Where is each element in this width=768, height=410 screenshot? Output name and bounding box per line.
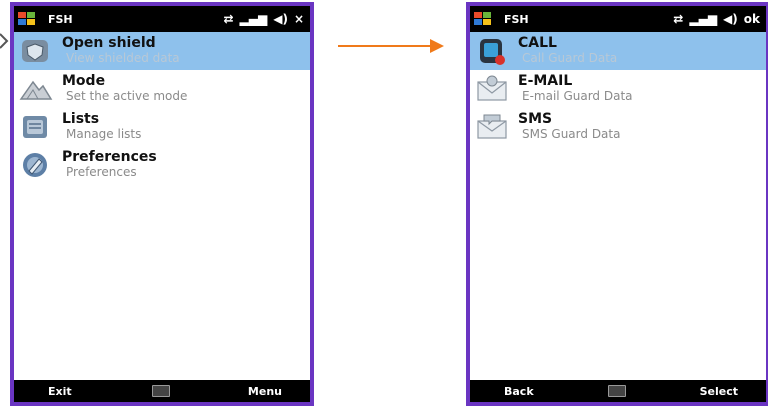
close-icon[interactable]: × — [294, 12, 304, 26]
list-item-mode[interactable]: Mode Set the active mode — [14, 70, 310, 108]
list-item-sms[interactable]: SMS SMS Guard Data — [470, 108, 766, 146]
list-item-lists[interactable]: Lists Manage lists — [14, 108, 310, 146]
connectivity-icon: ⇄ — [673, 12, 684, 26]
softkey-bar: Back Select — [470, 380, 766, 402]
item-title: Preferences — [62, 149, 157, 165]
item-subtitle: Preferences — [66, 165, 137, 179]
item-title: Lists — [62, 111, 100, 127]
keyboard-icon[interactable] — [608, 385, 626, 397]
windows-start-icon[interactable] — [474, 12, 494, 26]
envelope-icon — [477, 75, 507, 101]
item-subtitle: Call Guard Data — [522, 51, 618, 65]
item-subtitle: SMS Guard Data — [522, 127, 621, 141]
keyboard-icon[interactable] — [152, 385, 170, 397]
item-subtitle: Set the active mode — [66, 89, 188, 103]
list-item-open-shield[interactable]: Open shield View shielded data — [14, 32, 310, 70]
windows-start-icon[interactable] — [18, 12, 38, 26]
signal-icon: ▂▄▆ — [239, 12, 268, 26]
select-softkey[interactable]: Select — [700, 385, 738, 398]
phone-left: FSH ⇄ ▂▄▆ ◀) × Open shield View shielded… — [10, 2, 314, 406]
left-pointer-arrow — [0, 33, 9, 49]
item-title: SMS — [518, 111, 553, 127]
preferences-icon — [23, 153, 47, 177]
list-item-preferences[interactable]: Preferences Preferences — [14, 146, 310, 184]
exit-softkey[interactable]: Exit — [48, 385, 72, 398]
list-item-call[interactable]: CALL Call Guard Data — [470, 32, 766, 70]
item-subtitle: Manage lists — [66, 127, 142, 141]
mountain-icon — [19, 80, 53, 100]
item-title: Open shield — [62, 35, 156, 51]
connectivity-icon: ⇄ — [223, 12, 234, 26]
transition-arrow-line — [338, 45, 432, 47]
item-title: E-MAIL — [518, 73, 573, 89]
app-title: FSH — [48, 12, 73, 26]
back-softkey[interactable]: Back — [504, 385, 534, 398]
volume-icon: ◀) — [723, 12, 738, 26]
list-item-email[interactable]: E-MAIL E-mail Guard Data — [470, 70, 766, 108]
menu-softkey[interactable]: Menu — [248, 385, 282, 398]
signal-icon: ▂▄▆ — [689, 12, 718, 26]
ok-button[interactable]: ok — [744, 12, 760, 26]
app-title: FSH — [504, 12, 529, 26]
guard-list: CALL Call Guard Data E-MAIL E-mail Guard… — [470, 32, 766, 146]
item-title: CALL — [518, 35, 557, 51]
sms-envelope-icon — [477, 114, 507, 139]
volume-icon: ◀) — [273, 12, 288, 26]
phone-icon — [480, 39, 505, 65]
item-subtitle: E-mail Guard Data — [522, 89, 633, 103]
status-bar: FSH ⇄ ▂▄▆ ◀) ok — [470, 6, 766, 32]
transition-arrow-head — [430, 39, 444, 53]
status-bar: FSH ⇄ ▂▄▆ ◀) × — [14, 6, 310, 32]
softkey-bar: Exit Menu — [14, 380, 310, 402]
shield-icon — [22, 40, 48, 62]
lists-icon — [23, 116, 47, 138]
item-subtitle: View shielded data — [66, 51, 180, 65]
phone-right: FSH ⇄ ▂▄▆ ◀) ok CALL Call Guard Data E-M… — [466, 2, 768, 406]
menu-list: Open shield View shielded data Mode Set … — [14, 32, 310, 184]
item-title: Mode — [62, 73, 106, 89]
